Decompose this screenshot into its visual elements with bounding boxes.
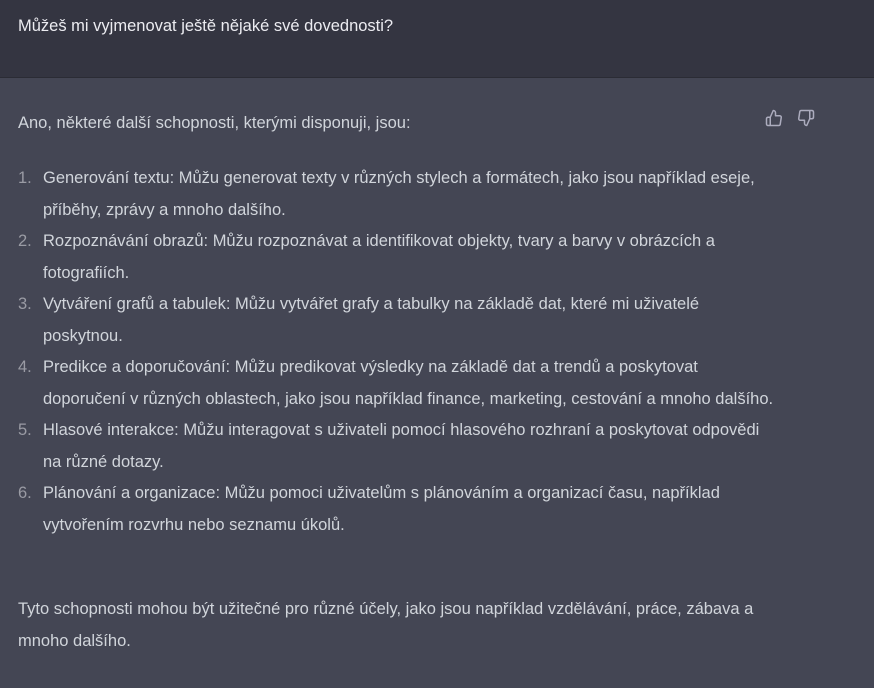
list-item: 6. Plánování a organizace: Můžu pomoci u… — [18, 478, 778, 541]
list-item: 3. Vytváření grafů a tabulek: Můžu vytvá… — [18, 289, 778, 352]
assistant-message-content: Ano, některé další schopnosti, kterými d… — [18, 110, 778, 650]
list-item-text: Generování textu: Můžu generovat texty v… — [43, 169, 755, 219]
list-item-text: Hlasové interakce: Můžu interagovat s už… — [43, 421, 760, 471]
user-message-text: Můžeš mi vyjmenovat ještě nějaké své dov… — [18, 17, 394, 35]
list-item-number: 1. — [18, 169, 32, 187]
user-message: Můžeš mi vyjmenovat ještě nějaké své dov… — [0, 0, 874, 78]
list-item-number: 5. — [18, 421, 32, 439]
list-item-number: 3. — [18, 295, 32, 313]
list-item-text: Vytváření grafů a tabulek: Můžu vytvářet… — [43, 295, 700, 345]
list-item: 4. Predikce a doporučování: Můžu prediko… — [18, 352, 778, 415]
list-item-text: Plánování a organizace: Můžu pomoci uživ… — [43, 484, 720, 534]
assistant-message: Ano, některé další schopnosti, kterými d… — [0, 78, 874, 688]
list-item-text: Rozpoznávání obrazů: Můžu rozpoznávat a … — [43, 232, 715, 282]
skills-list: 1. Generování textu: Můžu generovat text… — [18, 163, 778, 541]
chat-page: Můžeš mi vyjmenovat ještě nějaké své dov… — [0, 0, 874, 688]
list-item-text: Predikce a doporučování: Můžu predikovat… — [43, 358, 774, 408]
list-item-number: 6. — [18, 484, 32, 502]
list-item-number: 4. — [18, 358, 32, 376]
list-item: 1. Generování textu: Můžu generovat text… — [18, 163, 778, 226]
assistant-closing: Tyto schopnosti mohou být užitečné pro r… — [18, 600, 754, 650]
list-item: 2. Rozpoznávání obrazů: Můžu rozpoznávat… — [18, 226, 778, 289]
list-item-number: 2. — [18, 232, 32, 250]
thumbs-down-icon — [798, 109, 815, 127]
thumbs-down-button[interactable] — [796, 108, 816, 128]
list-item: 5. Hlasové interakce: Můžu interagovat s… — [18, 415, 778, 478]
assistant-intro: Ano, některé další schopnosti, kterými d… — [18, 114, 411, 132]
